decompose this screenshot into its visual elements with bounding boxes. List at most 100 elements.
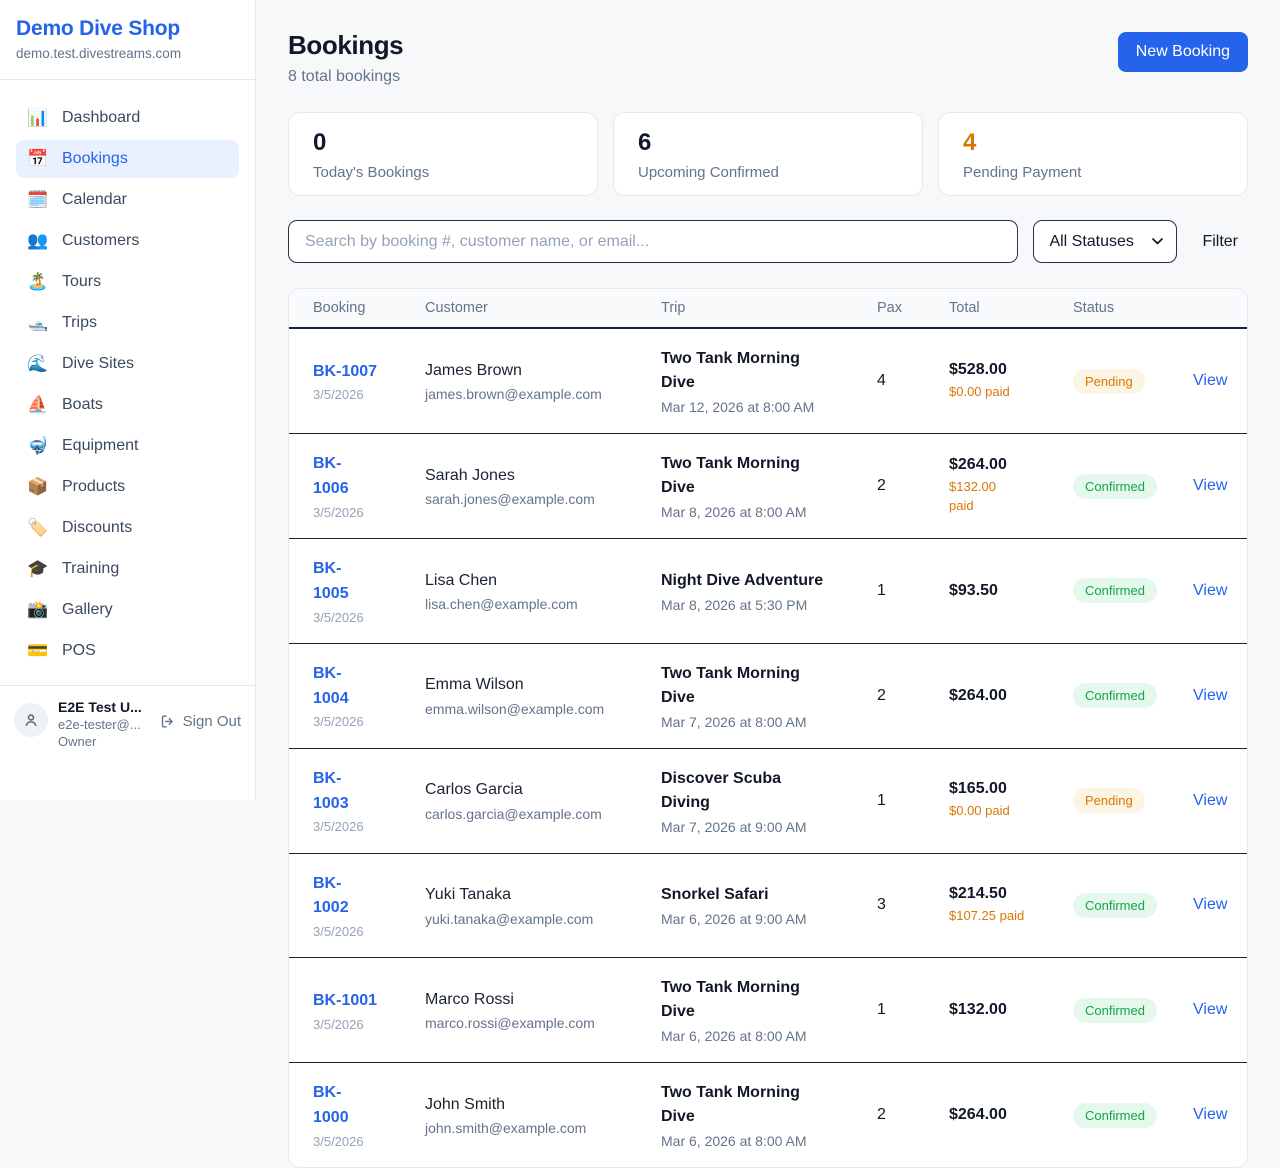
sidebar-item-gallery[interactable]: 📸 Gallery <box>16 591 239 629</box>
customer-email: marco.rossi@example.com <box>425 1015 661 1031</box>
search-input[interactable] <box>288 220 1018 263</box>
customer-cell: Emma Wilson emma.wilson@example.com <box>425 674 661 716</box>
status-badge: Confirmed <box>1073 1103 1157 1128</box>
new-booking-button[interactable]: New Booking <box>1118 32 1248 72</box>
table-header-row: Booking Customer Trip Pax Total Status <box>289 289 1247 329</box>
booking-number-link[interactable]: BK- 1004 <box>313 662 425 712</box>
booking-date: 3/5/2026 <box>313 1017 425 1032</box>
tag-icon: 🏷️ <box>27 518 49 538</box>
calendar-icon: 📅 <box>27 149 49 169</box>
customer-cell: James Brown james.brown@example.com <box>425 360 661 402</box>
sidebar-item-discounts[interactable]: 🏷️ Discounts <box>16 509 239 547</box>
sidebar-item-trips[interactable]: 🛥️ Trips <box>16 304 239 342</box>
table-row: BK- 1002 3/5/2026 Yuki Tanaka yuki.tanak… <box>289 854 1247 959</box>
user-email: e2e-tester@... <box>58 717 142 732</box>
sidebar-item-bookings[interactable]: 📅 Bookings <box>16 140 239 178</box>
stat-card-upcoming: 6 Upcoming Confirmed <box>613 112 923 196</box>
sidebar-item-label: Products <box>62 478 125 496</box>
booking-number-link[interactable]: BK- 1003 <box>313 767 425 817</box>
booking-number-link[interactable]: BK- 1005 <box>313 557 425 607</box>
sidebar-item-dashboard[interactable]: 📊 Dashboard <box>16 99 239 137</box>
sidebar-item-boats[interactable]: ⛵ Boats <box>16 386 239 424</box>
view-link[interactable]: View <box>1193 477 1227 495</box>
people-icon: 👥 <box>27 231 49 251</box>
view-link[interactable]: View <box>1193 896 1227 914</box>
sidebar-item-label: Calendar <box>62 191 127 209</box>
booking-date: 3/5/2026 <box>313 714 425 729</box>
trip-datetime: Mar 12, 2026 at 8:00 AM <box>661 399 877 415</box>
table-row: BK- 1005 3/5/2026 Lisa Chen lisa.chen@ex… <box>289 539 1247 644</box>
sidebar-item-label: Bookings <box>62 150 128 168</box>
logout-icon <box>159 713 176 730</box>
status-badge: Pending <box>1073 788 1145 813</box>
booking-cell: BK- 1006 3/5/2026 <box>313 452 425 520</box>
user-name: E2E Test U... <box>58 699 142 715</box>
trip-name: Two Tank Morning Dive <box>661 452 877 500</box>
customer-name: Marco Rossi <box>425 989 661 1011</box>
sidebar-item-calendar[interactable]: 🗓️ Calendar <box>16 181 239 219</box>
trip-cell: Two Tank Morning Dive Mar 6, 2026 at 8:0… <box>661 1081 877 1149</box>
trip-name: Two Tank Morning Dive <box>661 662 877 710</box>
pax-count: 2 <box>877 1106 949 1124</box>
total-cell: $264.00 <box>949 1106 1073 1124</box>
trip-name: Two Tank Morning Dive <box>661 347 877 395</box>
view-link[interactable]: View <box>1193 1106 1227 1124</box>
sign-out-button[interactable]: Sign Out <box>159 713 241 730</box>
bar-chart-icon: 📊 <box>27 108 49 128</box>
sidebar-item-dive-sites[interactable]: 🌊 Dive Sites <box>16 345 239 383</box>
shop-name: Demo Dive Shop <box>16 17 239 41</box>
page-head-text: Bookings 8 total bookings <box>288 30 403 86</box>
shop-domain: demo.test.divestreams.com <box>16 46 239 61</box>
total-cell: $264.00 <box>949 687 1073 705</box>
view-link[interactable]: View <box>1193 1001 1227 1019</box>
view-link[interactable]: View <box>1193 372 1227 390</box>
status-badge: Confirmed <box>1073 578 1157 603</box>
paid-amount: $132.00 paid <box>949 478 1073 516</box>
customer-email: james.brown@example.com <box>425 386 661 402</box>
booking-number-link[interactable]: BK-1001 <box>313 989 425 1014</box>
total-amount: $214.50 <box>949 885 1073 903</box>
sidebar-item-pos[interactable]: 💳 POS <box>16 632 239 670</box>
stat-label: Upcoming Confirmed <box>638 164 898 181</box>
sidebar-item-label: Customers <box>62 232 139 250</box>
sidebar-item-tours[interactable]: 🏝️ Tours <box>16 263 239 301</box>
sidebar-item-customers[interactable]: 👥 Customers <box>16 222 239 260</box>
total-cell: $528.00 $0.00 paid <box>949 361 1073 402</box>
booking-number-link[interactable]: BK- 1000 <box>313 1081 425 1131</box>
status-filter-select[interactable]: All Statuses <box>1033 220 1177 263</box>
sidebar-item-label: Trips <box>62 314 97 332</box>
trip-datetime: Mar 7, 2026 at 8:00 AM <box>661 714 877 730</box>
status-badge: Confirmed <box>1073 998 1157 1023</box>
paid-amount: $0.00 paid <box>949 802 1073 821</box>
sidebar-item-label: Dive Sites <box>62 355 134 373</box>
table-row: BK- 1000 3/5/2026 John Smith john.smith@… <box>289 1063 1247 1167</box>
customer-name: Emma Wilson <box>425 674 661 696</box>
trip-cell: Snorkel Safari Mar 6, 2026 at 9:00 AM <box>661 883 877 927</box>
col-header-total: Total <box>949 300 1073 316</box>
booking-date: 3/5/2026 <box>313 387 425 402</box>
booking-number-link[interactable]: BK- 1006 <box>313 452 425 502</box>
status-cell: Confirmed <box>1073 1103 1193 1128</box>
booking-cell: BK- 1003 3/5/2026 <box>313 767 425 835</box>
customer-email: sarah.jones@example.com <box>425 491 661 507</box>
trip-name: Night Dive Adventure <box>661 569 877 593</box>
sidebar-item-equipment[interactable]: 🤿 Equipment <box>16 427 239 465</box>
trip-cell: Discover Scuba Diving Mar 7, 2026 at 9:0… <box>661 767 877 835</box>
view-link[interactable]: View <box>1193 582 1227 600</box>
person-icon <box>22 711 40 729</box>
trip-datetime: Mar 8, 2026 at 5:30 PM <box>661 597 877 613</box>
booking-number-link[interactable]: BK-1007 <box>313 360 425 385</box>
filter-button[interactable]: Filter <box>1192 233 1248 251</box>
sidebar-item-products[interactable]: 📦 Products <box>16 468 239 506</box>
customer-email: john.smith@example.com <box>425 1120 661 1136</box>
trip-cell: Night Dive Adventure Mar 8, 2026 at 5:30… <box>661 569 877 613</box>
table-row: BK- 1006 3/5/2026 Sarah Jones sarah.jone… <box>289 434 1247 539</box>
booking-cell: BK-1001 3/5/2026 <box>313 989 425 1032</box>
sidebar-item-training[interactable]: 🎓 Training <box>16 550 239 588</box>
stat-value: 0 <box>313 129 573 157</box>
booking-number-link[interactable]: BK- 1002 <box>313 872 425 922</box>
view-link[interactable]: View <box>1193 687 1227 705</box>
booking-date: 3/5/2026 <box>313 610 425 625</box>
view-link[interactable]: View <box>1193 792 1227 810</box>
user-box: E2E Test U... e2e-tester@... Owner Sign … <box>0 685 255 762</box>
